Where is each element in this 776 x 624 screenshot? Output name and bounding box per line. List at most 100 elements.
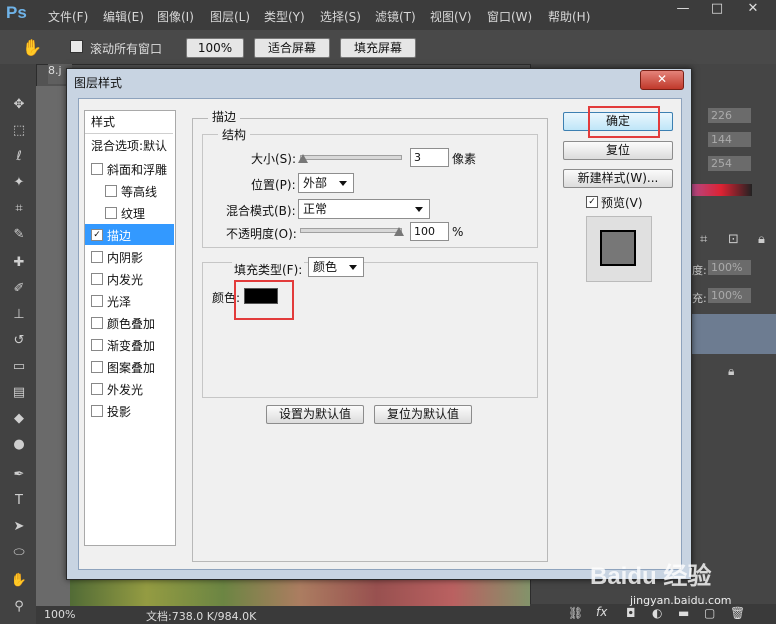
style-item-row[interactable]: 内阴影 bbox=[85, 246, 174, 267]
style-item-checkbox[interactable] bbox=[91, 163, 103, 175]
style-item-checkbox[interactable] bbox=[91, 295, 103, 307]
fit-screen-button[interactable]: 适合屏幕 bbox=[254, 38, 330, 58]
menu-filter[interactable]: 滤镜(T) bbox=[375, 8, 416, 25]
style-item-checkbox[interactable] bbox=[91, 383, 103, 395]
style-item-row[interactable]: 斜面和浮雕 bbox=[85, 158, 174, 179]
minimize-button[interactable]: — bbox=[670, 0, 696, 20]
style-item-checkbox[interactable]: ✓ bbox=[91, 229, 103, 241]
preview-checkbox[interactable]: ✓ bbox=[586, 196, 598, 208]
menu-select[interactable]: 选择(S) bbox=[320, 8, 361, 25]
fill-type-dropdown[interactable]: 颜色 bbox=[308, 257, 364, 277]
menu-edit[interactable]: 编辑(E) bbox=[103, 8, 144, 25]
styles-header-row[interactable]: 样式 bbox=[85, 111, 173, 134]
style-item-row[interactable]: 颜色叠加 bbox=[85, 312, 174, 333]
window-close-button[interactable]: ✕ bbox=[740, 0, 766, 20]
style-item-checkbox[interactable] bbox=[91, 339, 103, 351]
opacity-slider-thumb[interactable] bbox=[394, 227, 404, 236]
blur-tool-icon[interactable]: ◆ bbox=[9, 410, 29, 428]
chevron-down-icon bbox=[349, 265, 357, 270]
style-item-row[interactable]: 内发光 bbox=[85, 268, 174, 289]
shape-tool-icon[interactable]: ⬭ bbox=[9, 544, 29, 562]
new-style-button[interactable]: 新建样式(W)... bbox=[563, 169, 673, 188]
set-as-default-button[interactable]: 设置为默认值 bbox=[266, 405, 364, 424]
maximize-button[interactable]: □ bbox=[704, 0, 730, 20]
size-slider-track[interactable] bbox=[300, 155, 402, 160]
blue-value-field[interactable]: 254 bbox=[708, 156, 751, 171]
position-dropdown[interactable]: 外部 bbox=[298, 173, 354, 193]
move-tool-icon[interactable]: ✥ bbox=[9, 96, 29, 114]
zoom-100-button[interactable]: 100% bbox=[186, 38, 244, 58]
style-item-row[interactable]: ✓ 描边 bbox=[85, 224, 174, 245]
blending-options-item[interactable]: 混合选项:默认 bbox=[85, 134, 174, 155]
pen-tool-icon[interactable]: ✒ bbox=[9, 466, 29, 484]
link-layers-icon[interactable]: ⛓ bbox=[568, 606, 583, 620]
magic-wand-tool-icon[interactable]: ✦ bbox=[9, 174, 29, 192]
style-item-checkbox[interactable] bbox=[91, 361, 103, 373]
menu-layer[interactable]: 图层(L) bbox=[210, 8, 250, 25]
style-item-label: 光泽 bbox=[107, 295, 132, 309]
group-folder-icon[interactable]: ▬ bbox=[678, 606, 689, 620]
menu-view[interactable]: 视图(V) bbox=[430, 8, 472, 25]
scroll-all-windows-checkbox[interactable] bbox=[70, 40, 83, 53]
style-item-checkbox[interactable] bbox=[91, 273, 103, 285]
color-ramp[interactable] bbox=[690, 184, 752, 196]
fill-screen-button[interactable]: 填充屏幕 bbox=[340, 38, 416, 58]
style-item-row[interactable]: 图案叠加 bbox=[85, 356, 174, 377]
zoom-tool-icon[interactable]: ⚲ bbox=[9, 598, 29, 616]
menu-file[interactable]: 文件(F) bbox=[48, 8, 88, 25]
style-item-checkbox[interactable] bbox=[91, 251, 103, 263]
adjustment-layer-icon[interactable]: ◐ bbox=[652, 606, 662, 620]
menu-help[interactable]: 帮助(H) bbox=[548, 8, 590, 25]
artboard-lock-icon[interactable]: ⊡ bbox=[728, 232, 739, 247]
new-layer-icon[interactable]: ▢ bbox=[704, 606, 715, 620]
transform-lock-icon[interactable]: ⌗ bbox=[700, 232, 707, 247]
annotation-highlight-color bbox=[234, 280, 294, 320]
history-brush-tool-icon[interactable]: ↺ bbox=[9, 332, 29, 350]
style-item-row[interactable]: 等高线 bbox=[85, 180, 174, 201]
style-item-checkbox[interactable] bbox=[105, 207, 117, 219]
red-value-field[interactable]: 226 bbox=[708, 108, 751, 123]
fx-icon[interactable]: fx bbox=[596, 605, 607, 619]
dialog-close-button[interactable]: ✕ bbox=[640, 70, 684, 90]
size-field[interactable]: 3 bbox=[410, 148, 449, 167]
menu-image[interactable]: 图像(I) bbox=[157, 8, 194, 25]
opacity-slider-track[interactable] bbox=[300, 228, 402, 233]
stamp-tool-icon[interactable]: ⊥ bbox=[9, 306, 29, 324]
style-item-row[interactable]: 渐变叠加 bbox=[85, 334, 174, 355]
delete-layer-icon[interactable]: 🗑︎ bbox=[730, 606, 745, 620]
blend-mode-dropdown[interactable]: 正常 bbox=[298, 199, 430, 219]
lock-all-icon[interactable]: 🔒︎ bbox=[758, 232, 765, 247]
menu-window[interactable]: 窗口(W) bbox=[487, 8, 532, 25]
selected-layer-row[interactable] bbox=[690, 314, 776, 354]
eyedropper-tool-icon[interactable]: ✎ bbox=[9, 226, 29, 244]
healing-brush-tool-icon[interactable]: ✚ bbox=[9, 254, 29, 272]
size-slider-thumb[interactable] bbox=[298, 154, 308, 163]
style-item-row[interactable]: 投影 bbox=[85, 400, 174, 421]
gradient-tool-icon[interactable]: ▤ bbox=[9, 384, 29, 402]
style-item-checkbox[interactable] bbox=[105, 185, 117, 197]
layers-bottom-bar: ⛓ fx ◘ ◐ ▬ ▢ 🗑︎ bbox=[530, 604, 776, 624]
crop-tool-icon[interactable]: ⌗ bbox=[9, 200, 29, 218]
lasso-tool-icon[interactable]: ℓ bbox=[9, 148, 29, 166]
fill-field[interactable]: 100% bbox=[708, 288, 751, 303]
eraser-tool-icon[interactable]: ▭ bbox=[9, 358, 29, 376]
style-item-checkbox[interactable] bbox=[91, 405, 103, 417]
reset-to-default-button[interactable]: 复位为默认值 bbox=[374, 405, 472, 424]
style-item-row[interactable]: 光泽 bbox=[85, 290, 174, 311]
green-value-field[interactable]: 144 bbox=[708, 132, 751, 147]
path-selection-tool-icon[interactable]: ➤ bbox=[9, 518, 29, 536]
style-item-row[interactable]: 纹理 bbox=[85, 202, 174, 223]
dodge-tool-icon[interactable]: ● bbox=[9, 436, 29, 454]
opacity-field[interactable]: 100% bbox=[708, 260, 751, 275]
reset-button[interactable]: 复位 bbox=[563, 141, 673, 160]
fill-type-value: 颜色 bbox=[313, 260, 338, 274]
marquee-tool-icon[interactable]: ⬚ bbox=[9, 122, 29, 140]
brush-tool-icon[interactable]: ✐ bbox=[9, 280, 29, 298]
menu-type[interactable]: 类型(Y) bbox=[264, 8, 305, 25]
type-tool-icon[interactable]: T bbox=[9, 492, 29, 510]
mask-icon[interactable]: ◘ bbox=[626, 606, 636, 620]
style-item-checkbox[interactable] bbox=[91, 317, 103, 329]
hand-tool-active-icon[interactable]: ✋ bbox=[9, 572, 29, 590]
style-item-row[interactable]: 外发光 bbox=[85, 378, 174, 399]
stroke-opacity-field[interactable]: 100 bbox=[410, 222, 449, 241]
